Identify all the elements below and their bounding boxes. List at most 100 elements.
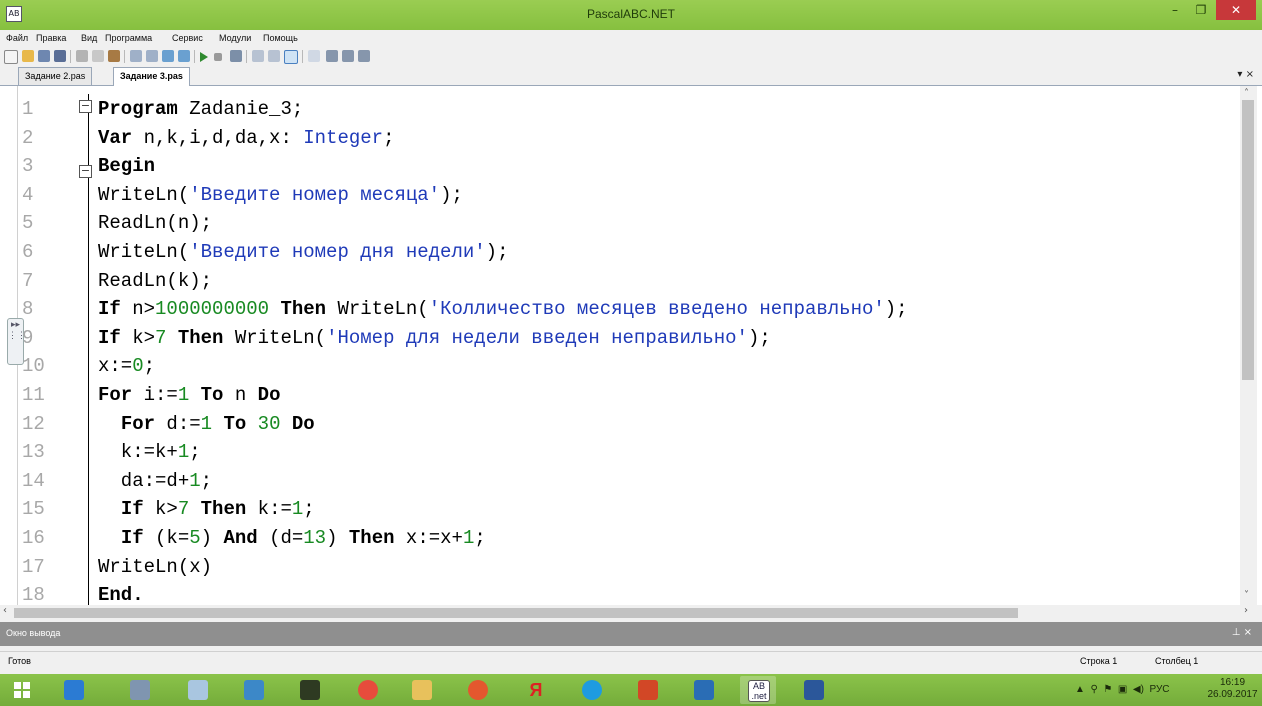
taskbar-media[interactable]: [460, 676, 496, 704]
replace-icon[interactable]: [178, 50, 190, 62]
open-folder-icon[interactable]: [22, 50, 34, 62]
pascalabc-icon: AB .net: [748, 680, 770, 702]
redo-icon[interactable]: [146, 50, 158, 62]
start-button[interactable]: [4, 676, 40, 704]
line-number: 16: [22, 527, 45, 549]
output-panel-controls[interactable]: ⊥ ×: [1232, 627, 1252, 638]
menu-modules[interactable]: Модули: [219, 33, 251, 43]
debug-over-icon[interactable]: [268, 50, 280, 62]
tab-zadanie-2[interactable]: Задание 2.pas: [18, 67, 93, 85]
code-line: ReadLn(n);: [98, 212, 213, 235]
line-number: 11: [22, 384, 45, 406]
taskbar-nvidia[interactable]: [292, 676, 328, 704]
taskbar-powerpoint[interactable]: [630, 676, 666, 704]
save-icon[interactable]: [38, 50, 50, 62]
run-icon[interactable]: [200, 52, 208, 62]
paste-icon[interactable]: [108, 50, 120, 62]
module-icon-3[interactable]: [358, 50, 370, 62]
clock-date: 26.09.2017: [1207, 689, 1258, 700]
scroll-up-icon[interactable]: ˄: [1244, 88, 1249, 99]
line-number: 3: [22, 155, 34, 178]
control-panel-icon: [244, 680, 264, 700]
taskbar-word[interactable]: [796, 676, 832, 704]
taskbar-calculator[interactable]: [122, 676, 158, 704]
line-number: 17: [22, 555, 45, 578]
taskbar-chrome[interactable]: [350, 676, 386, 704]
menu-view[interactable]: Вид: [81, 33, 97, 43]
tab-controls[interactable]: ▾ ×: [1237, 69, 1254, 80]
code-line: x:=0;: [98, 355, 156, 378]
volume-icon[interactable]: ◀): [1133, 684, 1147, 695]
code-editor[interactable]: − − ▸▸ ⋮⋮ 1 2 3 4 5 6 7 8 9 10 11 12 13 14 15 16 17 18 Pro…: [0, 86, 1262, 605]
code-line: End.: [98, 584, 144, 605]
fold-toggle-begin[interactable]: −: [79, 165, 92, 178]
menu-file[interactable]: Файл: [6, 33, 28, 43]
tab-zadanie-3[interactable]: Задание 3.pas: [113, 67, 190, 86]
line-number: 14: [22, 469, 45, 492]
internet-explorer-icon: [64, 680, 84, 700]
undo-icon[interactable]: [130, 50, 142, 62]
module-icon-1[interactable]: [326, 50, 338, 62]
save-all-icon[interactable]: [54, 50, 66, 62]
format-icon[interactable]: [308, 50, 320, 62]
menu-edit[interactable]: Правка: [36, 33, 66, 43]
power-icon[interactable]: ▣: [1118, 684, 1130, 695]
status-row: Строка 1: [1080, 656, 1118, 666]
calculator-icon: [130, 680, 150, 700]
line-number: 9: [22, 326, 34, 349]
scroll-right-icon[interactable]: ›: [1244, 605, 1248, 616]
paint-icon: [188, 680, 208, 700]
yandex-icon: Я: [529, 680, 543, 700]
copy-icon[interactable]: [92, 50, 104, 62]
menu-service[interactable]: Сервис: [172, 33, 203, 43]
taskbar-pascalabc[interactable]: AB .net: [740, 676, 776, 704]
network-icon[interactable]: ⚲: [1088, 684, 1101, 695]
close-button[interactable]: ✕: [1216, 0, 1256, 20]
code-line: ReadLn(k);: [98, 269, 213, 292]
scroll-left-icon[interactable]: ‹: [3, 605, 7, 616]
stop-icon[interactable]: [214, 53, 222, 61]
taskbar-yandex[interactable]: Я: [518, 676, 554, 704]
reader-icon: [694, 680, 714, 700]
debug-step-icon[interactable]: [252, 50, 264, 62]
code-line: WriteLn(x): [98, 555, 213, 578]
minimize-button[interactable]: –: [1162, 0, 1188, 20]
line-number: 10: [22, 355, 45, 378]
code-line: WriteLn('Введите номер месяца');: [98, 183, 463, 206]
find-icon[interactable]: [162, 50, 174, 62]
taskbar-ie[interactable]: [56, 676, 92, 704]
menu-help[interactable]: Помощь: [263, 33, 298, 43]
taskbar-explorer[interactable]: [404, 676, 440, 704]
folder-icon: [412, 680, 432, 700]
flag-icon[interactable]: ⚑: [1103, 684, 1115, 695]
status-text: Готов: [8, 656, 31, 666]
cut-icon[interactable]: [76, 50, 88, 62]
line-number: 7: [22, 269, 34, 292]
taskbar-reader[interactable]: [686, 676, 722, 704]
language-indicator[interactable]: РУС: [1150, 684, 1170, 695]
code-line: If (k=5) And (d=13) Then x:=x+1;: [120, 527, 486, 549]
module-icon-2[interactable]: [342, 50, 354, 62]
media-player-icon: [468, 680, 488, 700]
system-tray: ▲ ⚲ ⚑ ▣ ◀) РУС: [1075, 684, 1170, 695]
taskbar-paint[interactable]: [180, 676, 216, 704]
line-number: 18: [22, 584, 45, 605]
menu-program[interactable]: Программа: [105, 33, 152, 43]
taskbar-control[interactable]: [236, 676, 272, 704]
fold-toggle-program[interactable]: −: [79, 100, 92, 113]
compile-icon[interactable]: [230, 50, 242, 62]
clock[interactable]: 16:19 26.09.2017: [1205, 677, 1260, 701]
new-file-icon[interactable]: [4, 50, 18, 64]
scroll-down-icon[interactable]: ˅: [1244, 590, 1249, 601]
horizontal-scroll-thumb[interactable]: [14, 608, 1018, 618]
toolbar: [0, 48, 1262, 65]
taskbar-skype[interactable]: [574, 676, 610, 704]
skype-icon: [582, 680, 602, 700]
line-number: 6: [22, 241, 34, 263]
line-number: 8: [22, 298, 34, 321]
vertical-scroll-thumb[interactable]: [1242, 100, 1254, 380]
output-window-icon[interactable]: [284, 50, 298, 64]
tray-expand-icon[interactable]: ▲: [1075, 684, 1085, 695]
restore-button[interactable]: ❐: [1188, 0, 1214, 20]
code-line: WriteLn('Введите номер дня недели');: [98, 241, 509, 263]
